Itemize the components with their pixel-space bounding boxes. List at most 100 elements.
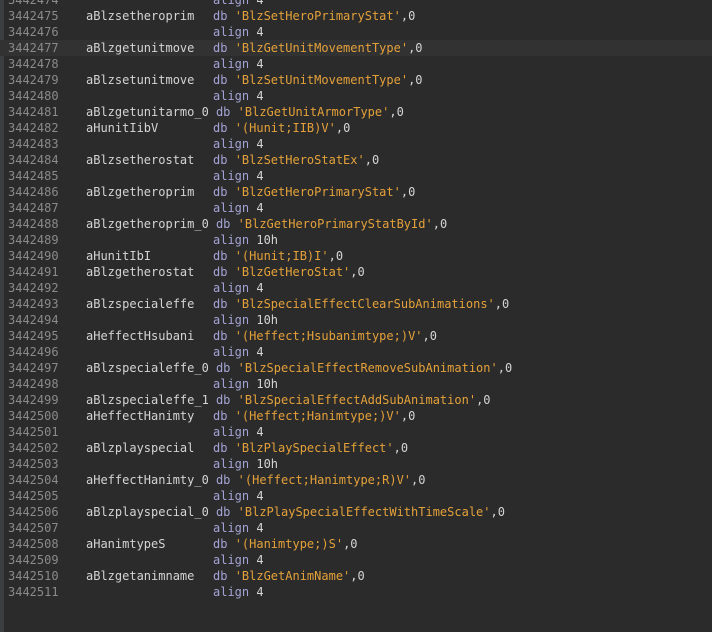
instruction: align 4 xyxy=(213,24,264,40)
line-address: 3442500 xyxy=(8,409,59,423)
line-address: 3442499 xyxy=(8,393,59,407)
string-literal: 'BlzSetHeroPrimaryStat' xyxy=(234,9,401,23)
line-address: 3442509 xyxy=(8,553,59,567)
mnemonic: align xyxy=(213,425,250,439)
listing-line[interactable]: 3442486 aBlzgetheroprim db 'BlzGetHeroPrim… xyxy=(0,184,712,200)
symbol-label[interactable]: aBlzsetunitmove xyxy=(86,72,194,88)
symbol-label[interactable]: aBlzgetunitmove xyxy=(86,40,194,56)
listing-line[interactable]: 3442509 align 4 xyxy=(0,552,712,568)
symbol-label[interactable]: aHeffectHanimty xyxy=(86,408,194,424)
instruction: db 'BlzSpecialEffectRemoveSubAnimation',… xyxy=(216,360,512,376)
align-value: 4 xyxy=(256,137,264,151)
listing-line[interactable]: 3442510 aBlzgetanimname db 'BlzGetAnimName… xyxy=(0,568,712,584)
listing-line[interactable]: 3442494 align 10h xyxy=(0,312,712,328)
listing-line[interactable]: 3442474 align 4 xyxy=(0,0,712,8)
terminator: ,0 xyxy=(400,185,416,199)
listing-line[interactable]: 3442511 align 4 xyxy=(0,584,712,600)
align-value: 4 xyxy=(256,553,264,567)
listing-line[interactable]: 3442479 aBlzsetunitmove db 'BlzSetUnitMove… xyxy=(0,72,712,88)
symbol-label[interactable]: aBlzspecialeffe_1 xyxy=(86,392,209,408)
symbol-label[interactable]: aHeffectHanimty_0 xyxy=(86,472,209,488)
listing-line[interactable]: 3442497 aBlzspecialeffe_0 db 'BlzSpecialEf… xyxy=(0,360,712,376)
symbol-label[interactable]: aHunitIibV xyxy=(86,120,158,136)
mnemonic: align xyxy=(213,137,250,151)
symbol-label[interactable]: aBlzspecialeffe_0 xyxy=(86,360,209,376)
listing-line[interactable]: 3442485 align 4 xyxy=(0,168,712,184)
listing-line[interactable]: 3442477 aBlzgetunitmove db 'BlzGetUnitMove… xyxy=(0,40,712,56)
listing-line[interactable]: 3442476 align 4 xyxy=(0,24,712,40)
instruction: db 'BlzGetHeroPrimaryStat',0 xyxy=(213,184,415,200)
listing-line[interactable]: 3442500 aHeffectHanimty db '(Heffect;Hanim… xyxy=(0,408,712,424)
instruction: db 'BlzSetUnitMovementType',0 xyxy=(213,72,423,88)
listing-line[interactable]: 3442507 align 4 xyxy=(0,520,712,536)
mnemonic: align xyxy=(213,281,250,295)
listing-line[interactable]: 3442501 align 4 xyxy=(0,424,712,440)
symbol-label[interactable]: aBlzgetanimname xyxy=(86,568,194,584)
symbol-label[interactable]: aBlzplayspecial xyxy=(86,440,194,456)
symbol-label[interactable]: aBlzgetherostat xyxy=(86,264,194,280)
align-value: 10h xyxy=(256,377,279,391)
listing-line[interactable]: 3442492 align 4 xyxy=(0,280,712,296)
listing-line[interactable]: 3442480 align 4 xyxy=(0,88,712,104)
listing-line[interactable]: 3442499 aBlzspecialeffe_1 db 'BlzSpecialEf… xyxy=(0,392,712,408)
line-address: 3442480 xyxy=(8,89,59,103)
symbol-label[interactable]: aBlzspecialeffe xyxy=(86,296,194,312)
listing-line[interactable]: 3442496 align 4 xyxy=(0,344,712,360)
listing-line[interactable]: 3442487 align 4 xyxy=(0,200,712,216)
string-literal: 'BlzGetUnitMovementType' xyxy=(234,41,409,55)
listing-line[interactable]: 3442506 aBlzplayspecial_0 db 'BlzPlaySpeci… xyxy=(0,504,712,520)
symbol-label[interactable]: aBlzgetheroprim xyxy=(86,184,194,200)
listing-line[interactable]: 3442484 aBlzsetherostat db 'BlzSetHeroStat… xyxy=(0,152,712,168)
string-literal: 'BlzSetUnitMovementType' xyxy=(234,73,409,87)
listing-line[interactable]: 3442493 aBlzspecialeffe db 'BlzSpecialEffe… xyxy=(0,296,712,312)
listing-line[interactable]: 3442504 aHeffectHanimty_0 db '(Heffect;Han… xyxy=(0,472,712,488)
line-address: 3442495 xyxy=(8,329,59,343)
symbol-label[interactable]: aHunitIbI xyxy=(86,248,151,264)
symbol-label[interactable]: aHeffectHsubani xyxy=(86,328,194,344)
listing-line[interactable]: 3442508 aHanimtypeS db '(Hanimtype;)S',0 xyxy=(0,536,712,552)
symbol-label[interactable]: aBlzplayspecial_0 xyxy=(86,504,209,520)
mnemonic: db xyxy=(213,537,228,551)
line-address: 3442504 xyxy=(8,473,59,487)
mnemonic: align xyxy=(213,377,250,391)
listing-line[interactable]: 3442489 align 10h xyxy=(0,232,712,248)
disassembly-view[interactable]: 3442474 align 4 3442475 aBlzsetheroprim db '… xyxy=(0,0,712,632)
string-literal: 'BlzGetHeroPrimaryStatById' xyxy=(237,217,433,231)
align-value: 4 xyxy=(256,425,264,439)
line-address: 3442479 xyxy=(8,73,59,87)
listing-line[interactable]: 3442478 align 4 xyxy=(0,56,712,72)
symbol-label[interactable]: aBlzsetheroprim xyxy=(86,8,194,24)
line-address: 3442505 xyxy=(8,489,59,503)
listing-line[interactable]: 3442502 aBlzplayspecial db 'BlzPlaySpecial… xyxy=(0,440,712,456)
listing-line[interactable]: 3442475 aBlzsetheroprim db 'BlzSetHeroPrim… xyxy=(0,8,712,24)
listing-line[interactable]: 3442491 aBlzgetherostat db 'BlzGetHeroStat… xyxy=(0,264,712,280)
symbol-label[interactable]: aBlzsetherostat xyxy=(86,152,194,168)
string-literal: 'BlzGetHeroPrimaryStat' xyxy=(234,185,401,199)
align-value: 4 xyxy=(256,281,264,295)
listing-line[interactable]: 3442481 aBlzgetunitarmo_0 db 'BlzGetUnitAr… xyxy=(0,104,712,120)
line-address: 3442486 xyxy=(8,185,59,199)
line-address: 3442488 xyxy=(8,217,59,231)
listing-line[interactable]: 3442490 aHunitIbI db '(Hunit;IB)I',0 xyxy=(0,248,712,264)
listing-line[interactable]: 3442498 align 10h xyxy=(0,376,712,392)
listing-line[interactable]: 3442495 aHeffectHsubani db '(Heffect;Hsuba… xyxy=(0,328,712,344)
terminator: ,0 xyxy=(389,105,404,119)
listing-line[interactable]: 3442482 aHunitIibV db '(Hunit;IIB)V',0 xyxy=(0,120,712,136)
string-literal: 'BlzGetUnitArmorType' xyxy=(237,105,390,119)
listing-line[interactable]: 3442488 aBlzgetheroprim_0 db 'BlzGetHeroPr… xyxy=(0,216,712,232)
line-address: 3442475 xyxy=(8,9,59,23)
instruction: db '(Hunit;IIB)V',0 xyxy=(213,120,350,136)
instruction: align 4 xyxy=(213,488,264,504)
align-value: 4 xyxy=(256,585,264,599)
symbol-label[interactable]: aBlzgetunitarmo_0 xyxy=(86,104,209,120)
instruction: align 4 xyxy=(213,88,264,104)
listing-line[interactable]: 3442483 align 4 xyxy=(0,136,712,152)
listing-line[interactable]: 3442505 align 4 xyxy=(0,488,712,504)
symbol-label[interactable]: aBlzgetheroprim_0 xyxy=(86,216,209,232)
symbol-label[interactable]: aHanimtypeS xyxy=(86,536,165,552)
listing-line[interactable]: 3442503 align 10h xyxy=(0,456,712,472)
line-address: 3442487 xyxy=(8,201,59,215)
instruction: db 'BlzSetHeroPrimaryStat',0 xyxy=(213,8,415,24)
align-value: 4 xyxy=(256,89,264,103)
terminator: ,0 xyxy=(350,265,365,279)
